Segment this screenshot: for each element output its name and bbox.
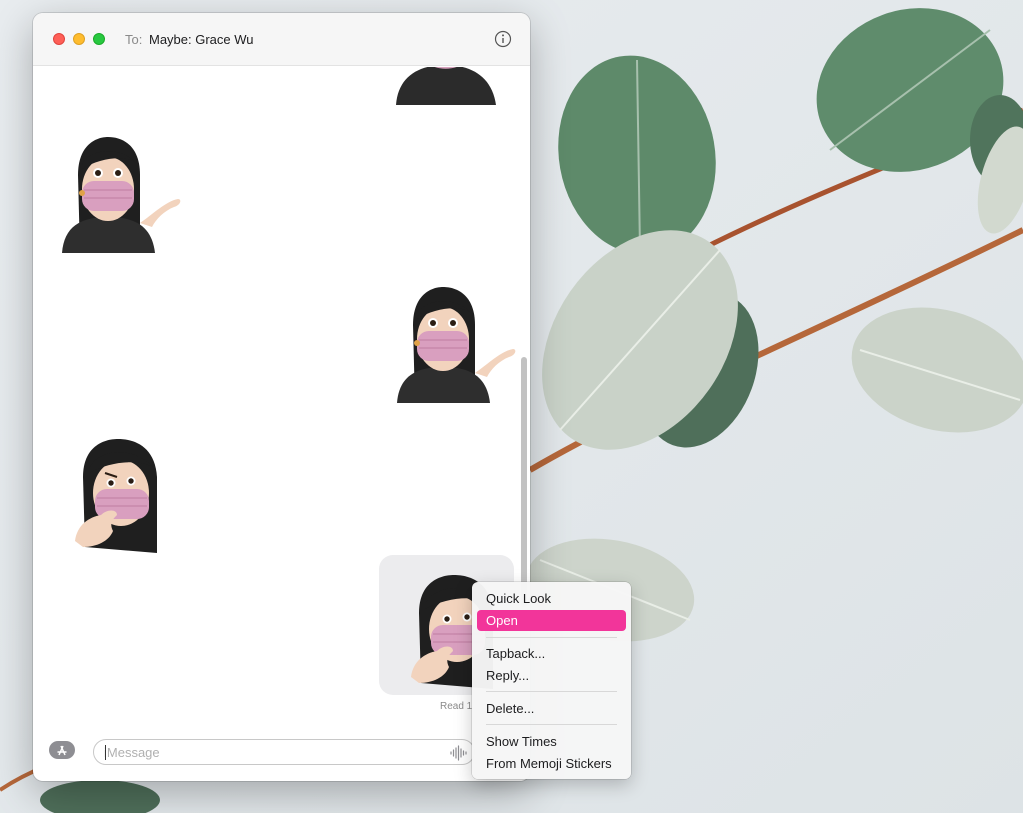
menu-item-from-memoji-stickers[interactable]: From Memoji Stickers [477,753,626,774]
menu-item-label: Reply... [486,668,530,683]
memoji-sticker[interactable] [395,285,520,405]
app-store-icon [57,745,67,756]
menu-item-quick-look[interactable]: Quick Look [477,588,626,609]
title-bar: To: Maybe: Grace Wu [33,13,530,66]
menu-separator [486,724,617,725]
menu-item-open[interactable]: Open [477,610,626,631]
menu-item-label: Show Times [486,734,557,749]
menu-item-label: Quick Look [486,591,552,606]
transcript-scrollbar[interactable] [521,357,527,607]
minimize-button[interactable] [73,33,85,45]
info-icon[interactable] [494,30,512,48]
close-button[interactable] [53,33,65,45]
menu-item-label: Open [486,613,518,628]
menu-item-label: Tapback... [486,646,546,661]
recipient-name[interactable]: Maybe: Grace Wu [149,32,254,47]
menu-item-label: Delete... [486,701,535,716]
menu-separator [486,691,617,692]
app-store-button[interactable] [49,741,75,759]
imessage-input-field[interactable] [93,739,475,765]
memoji-sticker[interactable] [73,437,168,557]
menu-item-show-times[interactable]: Show Times [477,731,626,752]
audio-waveform-icon[interactable] [449,744,467,762]
zoom-button[interactable] [93,33,105,45]
menu-item-tapback[interactable]: Tapback... [477,643,626,664]
message-transcript[interactable]: Read 1 [33,67,530,727]
memoji-sticker[interactable] [388,67,503,105]
menu-item-label: From Memoji Stickers [486,756,612,771]
to-label: To: [125,32,143,47]
memoji-sticker[interactable] [60,135,185,255]
context-menu: Quick Look Open Tapback... Reply... Dele… [472,582,631,779]
menu-separator [486,637,617,638]
text-caret [105,745,106,760]
messages-window: To: Maybe: Grace Wu Read 1 iMessage [33,13,530,781]
menu-item-delete[interactable]: Delete... [477,698,626,719]
read-receipt: Read 1 [440,701,473,712]
message-input[interactable] [104,743,434,761]
menu-item-reply[interactable]: Reply... [477,665,626,686]
